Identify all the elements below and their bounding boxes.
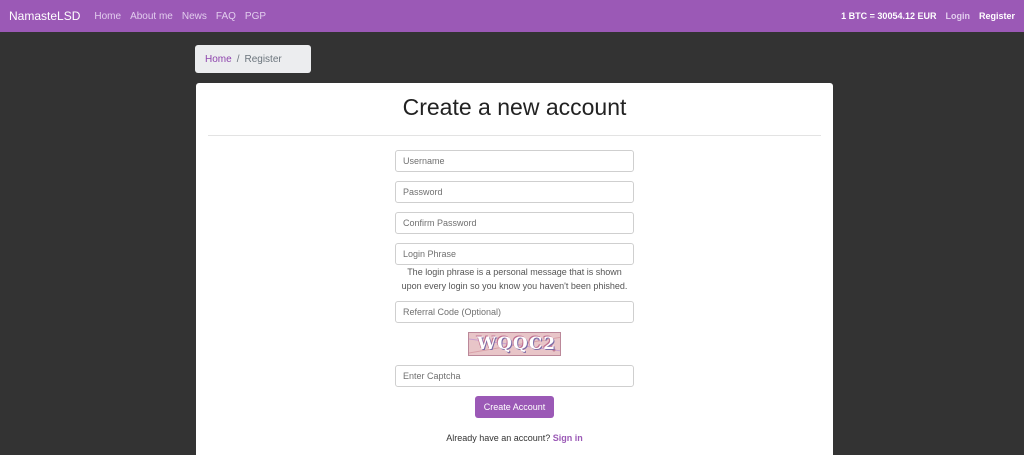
nav-news[interactable]: News xyxy=(182,11,207,22)
username-input[interactable] xyxy=(395,150,634,172)
nav-faq[interactable]: FAQ xyxy=(216,11,236,22)
nav-home[interactable]: Home xyxy=(94,11,121,22)
captcha-text: WQQC2 xyxy=(477,334,557,354)
brand-logo[interactable]: NamasteLSD xyxy=(9,9,80,23)
nav-login-link[interactable]: Login xyxy=(945,11,970,21)
nav-links: Home About me News FAQ PGP xyxy=(94,11,266,22)
nav-pgp[interactable]: PGP xyxy=(245,11,266,22)
referral-code-input[interactable] xyxy=(395,301,634,323)
nav-about[interactable]: About me xyxy=(130,11,173,22)
breadcrumb-current: Register xyxy=(244,53,282,65)
title-divider xyxy=(208,135,821,136)
breadcrumb-home[interactable]: Home xyxy=(205,54,232,65)
login-phrase-help: The login phrase is a personal message t… xyxy=(389,265,640,293)
breadcrumb: Home / Register xyxy=(195,45,311,73)
signin-prompt: Already have an account? xyxy=(446,433,551,443)
nav-register-link[interactable]: Register xyxy=(979,11,1015,21)
nav-right: 1 BTC = 30054.12 EUR Login Register xyxy=(841,11,1015,21)
signin-line: Already have an account? Sign in xyxy=(196,433,833,443)
create-account-button[interactable]: Create Account xyxy=(475,396,554,418)
breadcrumb-separator: / xyxy=(236,53,240,65)
btc-rate: 1 BTC = 30054.12 EUR xyxy=(841,11,937,21)
captcha-input[interactable] xyxy=(395,365,634,387)
confirm-password-input[interactable] xyxy=(395,212,634,234)
help-line-1: The login phrase is a personal message t… xyxy=(407,267,622,277)
help-line-2: upon every login so you know you haven't… xyxy=(401,281,628,291)
signin-link[interactable]: Sign in xyxy=(553,433,583,443)
password-input[interactable] xyxy=(395,181,634,203)
page-title: Create a new account xyxy=(402,94,627,120)
register-card: Create a new account The login phrase is… xyxy=(196,83,833,455)
top-navbar: NamasteLSD Home About me News FAQ PGP 1 … xyxy=(0,0,1024,32)
login-phrase-input[interactable] xyxy=(395,243,634,265)
captcha-image: WQQC2 xyxy=(468,332,561,356)
